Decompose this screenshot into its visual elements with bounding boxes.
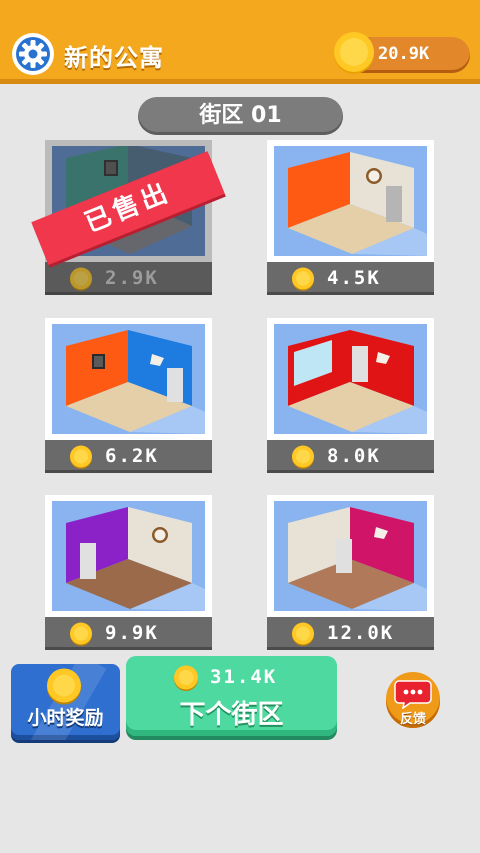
apartment-price-bar: 8.0K — [267, 440, 434, 473]
coin-icon — [292, 445, 314, 469]
chat-bubble-icon — [394, 680, 432, 709]
coin-icon — [70, 622, 92, 646]
page-title: 新的公寓 — [64, 44, 164, 72]
apartment-card[interactable]: 6.2K — [45, 318, 212, 473]
apartment-card[interactable]: 2.9K 已售出 — [31, 140, 225, 295]
coin-icon — [292, 267, 314, 291]
gear-icon[interactable] — [12, 33, 54, 75]
next-district-price: 31.4K — [210, 666, 278, 688]
apartment-preview — [45, 495, 212, 617]
apartment-price: 8.0K — [327, 445, 381, 467]
apartment-price-bar: 4.5K — [267, 262, 434, 295]
coin-icon — [174, 665, 198, 691]
apartment-price-bar: 12.0K — [267, 617, 434, 650]
coin-balance-value: 20.9K — [378, 44, 430, 64]
coin-icon — [47, 668, 81, 705]
apartment-price: 12.0K — [327, 622, 395, 644]
coin-icon — [70, 445, 92, 469]
top-bar: 新的公寓 20.9K — [0, 0, 480, 84]
apartment-price: 4.5K — [327, 267, 381, 289]
apartment-preview — [267, 318, 434, 440]
apartment-preview — [267, 140, 434, 262]
apartment-card[interactable]: 4.5K — [267, 140, 434, 295]
district-label: 街区 01 — [138, 97, 343, 135]
apartment-price: 6.2K — [105, 445, 159, 467]
apartment-price-bar: 6.2K — [45, 440, 212, 473]
coin-balance: 20.9K — [334, 32, 470, 74]
coin-icon — [334, 32, 374, 74]
next-district-label: 下个街区 — [179, 700, 284, 730]
apartment-price-bar: 9.9K — [45, 617, 212, 650]
next-district-button[interactable]: 31.4K 下个街区 — [126, 656, 337, 736]
apartment-card[interactable]: 12.0K — [267, 495, 434, 650]
apartment-card[interactable]: 9.9K — [45, 495, 212, 650]
apartment-card[interactable]: 8.0K — [267, 318, 434, 473]
apartment-preview — [267, 495, 434, 617]
apartment-preview — [45, 318, 212, 440]
coin-icon — [292, 622, 314, 646]
feedback-button[interactable]: 反馈 — [386, 672, 440, 728]
hourly-reward-label: 小时奖励 — [27, 707, 104, 729]
feedback-label: 反馈 — [399, 712, 426, 727]
apartment-price: 9.9K — [105, 622, 159, 644]
